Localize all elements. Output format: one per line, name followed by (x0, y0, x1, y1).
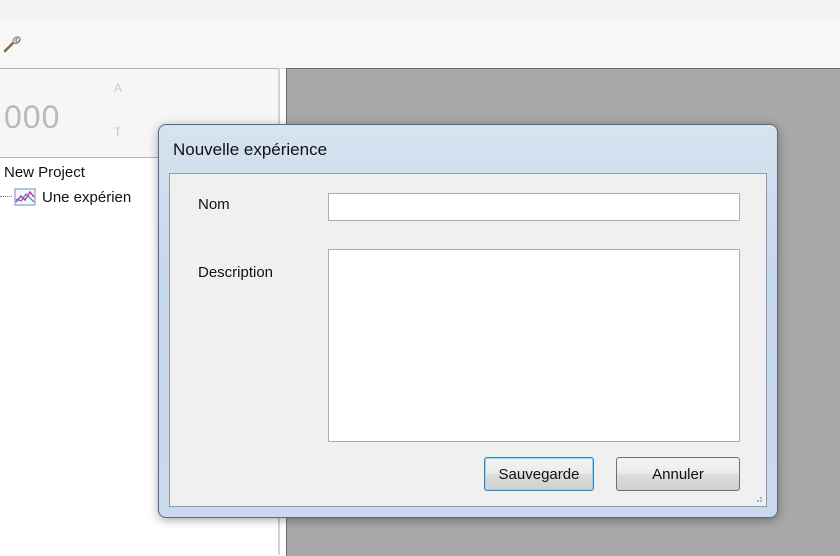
name-label: Nom (198, 196, 230, 213)
counter-value: 000 (4, 99, 61, 135)
counter-label-a: A (114, 81, 123, 95)
description-label: Description (198, 264, 274, 281)
tree-item-experiment-label: Une expérien (42, 188, 132, 206)
wrench-icon[interactable] (2, 34, 22, 54)
cancel-button[interactable]: Annuler (616, 457, 740, 491)
tree-item-experiment[interactable]: Une expérien (0, 188, 131, 206)
resize-grip-icon[interactable] (753, 493, 763, 503)
window-title-strip (0, 0, 840, 22)
chart-icon (14, 188, 36, 206)
name-input[interactable] (328, 193, 740, 221)
dialog-title: Nouvelle expérience (173, 140, 328, 159)
toolbar (0, 22, 840, 69)
dialog-content: Nom Description Sauvegarde Annuler (169, 173, 767, 507)
save-button[interactable]: Sauvegarde (484, 457, 594, 491)
tree-connector (0, 196, 12, 198)
description-textarea[interactable] (328, 249, 740, 442)
tree-item-project[interactable]: New Project (4, 164, 85, 181)
new-experiment-dialog: Nouvelle expérience Nom Description Sauv… (158, 124, 778, 518)
counter-label-t: T (114, 125, 122, 139)
